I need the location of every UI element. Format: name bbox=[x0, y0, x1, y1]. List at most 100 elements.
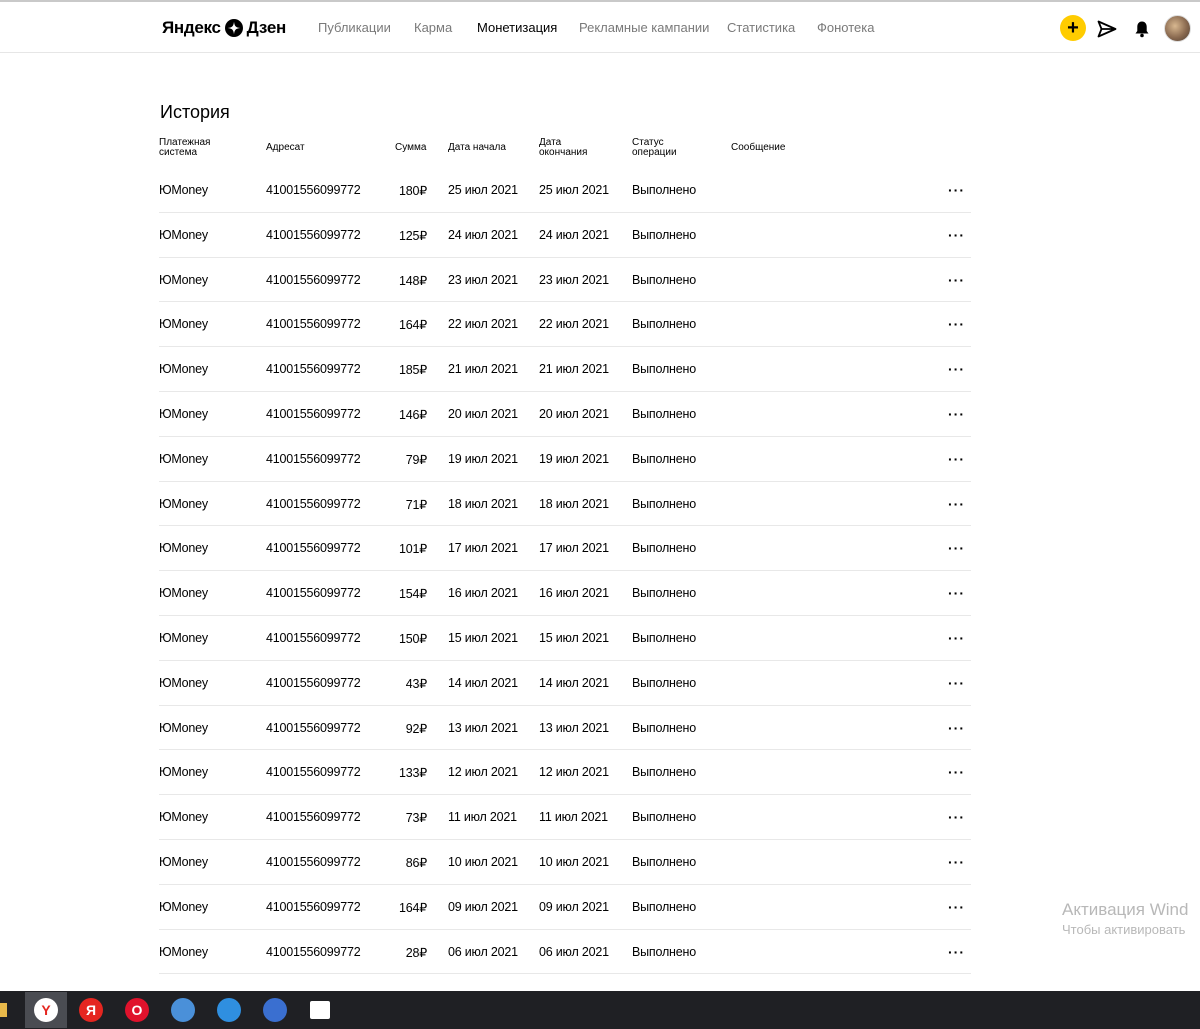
sum-cell: 28₽ bbox=[405, 945, 427, 960]
start-date-cell: 14 июл 2021 bbox=[448, 675, 518, 690]
yandex-taskbar-button[interactable]: Я bbox=[70, 992, 112, 1028]
payment-system-cell: ЮMoney bbox=[159, 586, 208, 601]
start-date-cell: 20 июл 2021 bbox=[448, 406, 518, 421]
end-date-cell: 24 июл 2021 bbox=[539, 227, 609, 242]
addressee-cell: 41001556099772 bbox=[266, 720, 361, 735]
cloud-app-taskbar-button[interactable] bbox=[208, 992, 250, 1028]
status-cell: Выполнено bbox=[632, 854, 696, 869]
addressee-cell: 41001556099772 bbox=[266, 362, 361, 377]
sum-cell: 185₽ bbox=[398, 363, 427, 378]
start-date-cell: 15 июл 2021 bbox=[448, 630, 518, 645]
column-header-status: Статус операции bbox=[632, 137, 677, 158]
start-date-cell: 25 июл 2021 bbox=[448, 183, 518, 197]
nav-item-karma[interactable]: Карма bbox=[414, 20, 452, 35]
start-date-cell: 06 июл 2021 bbox=[448, 944, 518, 959]
addressee-cell: 41001556099772 bbox=[266, 496, 361, 511]
more-actions-button[interactable]: ··· bbox=[948, 227, 965, 243]
payment-system-cell: ЮMoney bbox=[159, 362, 208, 377]
yandex-browser-icon: Y bbox=[34, 998, 58, 1022]
more-actions-button[interactable]: ··· bbox=[948, 675, 965, 691]
status-cell: Выполнено bbox=[632, 541, 696, 556]
status-cell: Выполнено bbox=[632, 586, 696, 601]
start-date-cell: 12 июл 2021 bbox=[448, 765, 518, 780]
plus-icon: + bbox=[1067, 17, 1079, 39]
more-actions-button[interactable]: ··· bbox=[948, 854, 965, 870]
more-actions-button[interactable]: ··· bbox=[948, 496, 965, 512]
photos-taskbar-button[interactable] bbox=[299, 992, 341, 1028]
more-actions-button[interactable]: ··· bbox=[948, 451, 965, 467]
payment-system-cell: ЮMoney bbox=[159, 765, 208, 780]
more-actions-button[interactable]: ··· bbox=[948, 272, 965, 288]
column-header-payment-system: Платежная система bbox=[159, 137, 211, 158]
addressee-cell: 41001556099772 bbox=[266, 630, 361, 645]
sum-cell: 86₽ bbox=[405, 855, 427, 870]
payment-system-cell: ЮMoney bbox=[159, 451, 208, 466]
cloud-app-icon bbox=[217, 998, 241, 1022]
end-date-cell: 20 июл 2021 bbox=[539, 406, 609, 421]
more-actions-button[interactable]: ··· bbox=[948, 944, 965, 960]
more-actions-button[interactable]: ··· bbox=[948, 406, 965, 422]
logo[interactable]: Яндекс Дзен bbox=[162, 18, 286, 38]
wave-app-taskbar-button[interactable] bbox=[254, 992, 296, 1028]
sum-cell: 164₽ bbox=[398, 900, 427, 915]
column-header-message: Сообщение bbox=[731, 142, 786, 153]
yandex-browser-taskbar-button[interactable]: Y bbox=[25, 992, 67, 1028]
sum-cell: 43₽ bbox=[405, 676, 427, 691]
start-date-cell: 13 июл 2021 bbox=[448, 720, 518, 735]
nav-item-statistics[interactable]: Статистика bbox=[727, 20, 795, 35]
start-date-cell: 16 июл 2021 bbox=[448, 586, 518, 601]
table-row: ЮMoney 41001556099772 86₽ 10 июл 2021 10 июл… bbox=[159, 840, 971, 885]
more-actions-button[interactable]: ··· bbox=[948, 809, 965, 825]
addressee-cell: 41001556099772 bbox=[266, 406, 361, 421]
nav-item-music-library[interactable]: Фонотека bbox=[817, 20, 874, 35]
nav-item-monetization[interactable]: Монетизация bbox=[477, 20, 557, 35]
end-date-cell: 23 июл 2021 bbox=[539, 272, 609, 287]
avatar[interactable] bbox=[1164, 15, 1191, 42]
opera-taskbar-button[interactable]: O bbox=[116, 992, 158, 1028]
chrome-taskbar-button[interactable] bbox=[162, 992, 204, 1028]
create-button[interactable]: + bbox=[1060, 15, 1086, 41]
wave-app-icon bbox=[263, 998, 287, 1022]
more-actions-button[interactable]: ··· bbox=[948, 182, 965, 198]
start-date-cell: 11 июл 2021 bbox=[448, 810, 517, 825]
column-header-start-date: Дата начала bbox=[448, 142, 506, 153]
nav-item-ad-campaigns[interactable]: Рекламные кампании bbox=[579, 20, 709, 35]
opera-icon: O bbox=[125, 998, 149, 1022]
more-actions-button[interactable]: ··· bbox=[948, 630, 965, 646]
table-row: ЮMoney 41001556099772 43₽ 14 июл 2021 14 июл… bbox=[159, 661, 971, 706]
start-date-cell: 09 июл 2021 bbox=[448, 899, 518, 914]
payment-system-cell: ЮMoney bbox=[159, 227, 208, 242]
payment-system-cell: ЮMoney bbox=[159, 675, 208, 690]
send-icon[interactable] bbox=[1097, 20, 1117, 38]
sum-cell: 180₽ bbox=[398, 184, 427, 198]
end-date-cell: 10 июл 2021 bbox=[539, 854, 609, 869]
sum-cell: 71₽ bbox=[405, 497, 427, 512]
more-actions-button[interactable]: ··· bbox=[948, 316, 965, 332]
status-cell: Выполнено bbox=[632, 406, 696, 421]
end-date-cell: 14 июл 2021 bbox=[539, 675, 609, 690]
sum-cell: 79₽ bbox=[405, 452, 427, 467]
more-actions-button[interactable]: ··· bbox=[948, 720, 965, 736]
nav-item-publications[interactable]: Публикации bbox=[318, 20, 391, 35]
status-cell: Выполнено bbox=[632, 451, 696, 466]
status-cell: Выполнено bbox=[632, 496, 696, 511]
status-cell: Выполнено bbox=[632, 810, 696, 825]
addressee-cell: 41001556099772 bbox=[266, 451, 361, 466]
bell-icon[interactable] bbox=[1133, 20, 1151, 38]
addressee-cell: 41001556099772 bbox=[266, 854, 361, 869]
start-date-cell: 21 июл 2021 bbox=[448, 362, 518, 377]
more-actions-button[interactable]: ··· bbox=[948, 361, 965, 377]
end-date-cell: 16 июл 2021 bbox=[539, 586, 609, 601]
more-actions-button[interactable]: ··· bbox=[948, 764, 965, 780]
start-date-cell: 10 июл 2021 bbox=[448, 854, 518, 869]
more-actions-button[interactable]: ··· bbox=[948, 540, 965, 556]
status-cell: Выполнено bbox=[632, 317, 696, 332]
table-row: ЮMoney 41001556099772 185₽ 21 июл 2021 21 ию… bbox=[159, 347, 971, 392]
status-cell: Выполнено bbox=[632, 272, 696, 287]
more-actions-button[interactable]: ··· bbox=[948, 899, 965, 915]
more-actions-button[interactable]: ··· bbox=[948, 585, 965, 601]
status-cell: Выполнено bbox=[632, 675, 696, 690]
file-explorer-icon[interactable] bbox=[0, 1003, 7, 1017]
table-row: ЮMoney 41001556099772 154₽ 16 июл 2021 16 ию… bbox=[159, 571, 971, 616]
addressee-cell: 41001556099772 bbox=[266, 272, 361, 287]
